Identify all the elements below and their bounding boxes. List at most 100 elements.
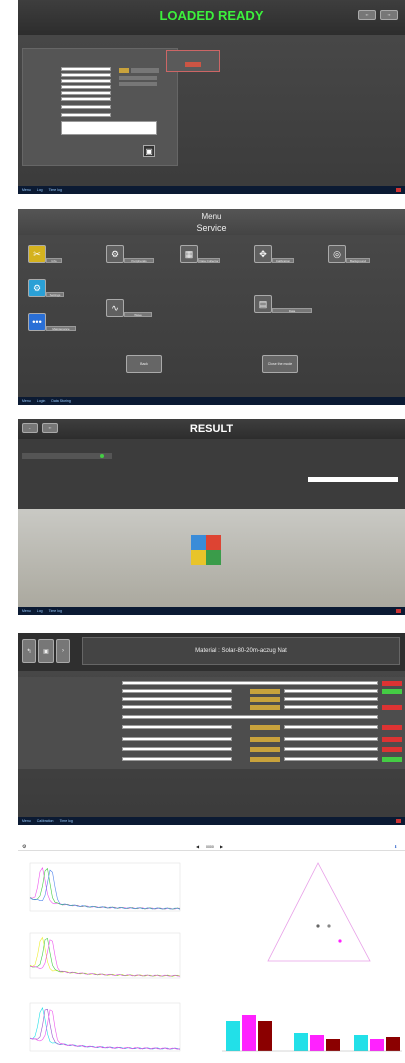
form-field-right[interactable] — [284, 737, 378, 741]
exit-button[interactable]: Close the mode — [262, 355, 298, 373]
service-button-wave[interactable]: ∿ — [106, 299, 124, 317]
toggle-grey[interactable] — [131, 68, 159, 73]
service-label: Data Collector — [198, 258, 220, 263]
taskbar-log[interactable]: Log — [37, 609, 43, 613]
taskbar-log[interactable]: Log — [37, 188, 43, 192]
grid-icon: ▦ — [184, 248, 194, 259]
unit-chip[interactable] — [250, 705, 280, 710]
bar — [326, 1039, 340, 1051]
result-prev-button[interactable]: ⇐ — [42, 423, 58, 433]
row-action-button[interactable] — [382, 725, 402, 730]
service-button-data[interactable]: ▤ — [254, 295, 272, 313]
field-1[interactable] — [61, 67, 111, 71]
form-field[interactable] — [122, 737, 232, 741]
unit-chip[interactable] — [250, 689, 280, 694]
calibrate-icon: ✥ — [259, 248, 267, 259]
form-field-right[interactable] — [284, 747, 378, 751]
field-6[interactable] — [61, 97, 111, 101]
taskbar-time: Time log — [48, 609, 62, 613]
form-field[interactable] — [122, 747, 232, 751]
field-3[interactable] — [61, 79, 111, 83]
unit-chip[interactable] — [250, 757, 280, 762]
gear-icon: ⚙ — [32, 282, 42, 293]
form-field[interactable] — [122, 725, 232, 729]
form-field-right[interactable] — [284, 689, 378, 693]
row-action-button[interactable] — [382, 747, 402, 752]
option-bar-1[interactable] — [119, 76, 157, 80]
spectrum-series — [29, 869, 181, 910]
service-button-maintenance[interactable]: ••• — [28, 313, 46, 331]
material-form — [18, 677, 405, 769]
service-button-background[interactable]: ◎ — [328, 245, 346, 263]
save-button[interactable]: ▣ — [143, 145, 155, 157]
taskbar-menu[interactable]: Menu — [22, 188, 31, 192]
result-input[interactable] — [308, 477, 398, 482]
field-5[interactable] — [61, 91, 111, 95]
unit-chip[interactable] — [250, 747, 280, 752]
form-field-right[interactable] — [284, 725, 378, 729]
field-4[interactable] — [61, 85, 111, 89]
prev-icon[interactable]: ◀ — [196, 844, 199, 849]
viewport-3d — [18, 509, 405, 609]
bar — [370, 1039, 384, 1051]
back-button[interactable]: Back — [126, 355, 162, 373]
result-tab[interactable] — [22, 453, 112, 459]
next-icon[interactable]: ▶ — [220, 844, 223, 849]
service-button-data-collector[interactable]: ▦ — [180, 245, 198, 263]
form-field[interactable] — [122, 697, 232, 701]
panel-charts: ⚙ ◀ 0000 ▶ ⬇ — [18, 843, 405, 1063]
notes-area[interactable] — [61, 121, 157, 135]
service-button-settings[interactable]: ⚙ — [28, 279, 46, 297]
unit-chip[interactable] — [250, 697, 280, 702]
form-field-right[interactable] — [284, 697, 378, 701]
form-field[interactable] — [122, 757, 232, 761]
form-field[interactable] — [122, 681, 378, 685]
unit-chip[interactable] — [250, 737, 280, 742]
material-header: ↰ ▣ › Material : Solar-80-20m-aczug Nat — [18, 633, 405, 671]
taskbar-menu[interactable]: Menu — [22, 399, 31, 403]
result-back-button[interactable]: ← — [22, 423, 38, 433]
header-button-1[interactable]: ⇐ — [358, 10, 376, 20]
taskbar-login[interactable]: Login — [37, 399, 46, 403]
service-button-peripherals[interactable]: ⚙ — [106, 245, 124, 263]
form-field[interactable] — [122, 715, 378, 719]
menu-header: Menu Service — [18, 209, 405, 235]
unit-chip[interactable] — [250, 725, 280, 730]
row-action-button[interactable] — [382, 681, 402, 686]
material-save-button[interactable]: ▣ — [38, 639, 54, 663]
row-action-button[interactable] — [382, 705, 402, 710]
row-action-button[interactable] — [382, 757, 402, 762]
bar — [294, 1033, 308, 1051]
service-button-info[interactable]: ✂ — [28, 245, 46, 263]
service-button-calibration[interactable]: ✥ — [254, 245, 272, 263]
option-bar-2[interactable] — [119, 82, 157, 86]
field-2[interactable] — [61, 73, 111, 77]
field-7[interactable] — [61, 105, 111, 109]
form-field[interactable] — [122, 705, 232, 709]
bar — [386, 1037, 400, 1051]
row-action-button[interactable] — [382, 737, 402, 742]
taskbar-calibration[interactable]: Calibration — [37, 819, 54, 823]
home-button[interactable]: ↰ — [22, 639, 36, 663]
field-8[interactable] — [61, 113, 111, 117]
exit-label: Close the mode — [267, 362, 293, 366]
row-action-button[interactable] — [382, 689, 402, 694]
panel-menu: Menu Service ✂ Info ⚙ Peripherals ▦ Data Coll… — [18, 209, 405, 405]
spectrum-series — [29, 936, 181, 977]
taskbar-menu[interactable]: Menu — [22, 609, 31, 613]
form-field-right[interactable] — [284, 757, 378, 761]
service-label: Calibration — [272, 258, 294, 263]
ternary-point — [338, 939, 342, 943]
form-field-right[interactable] — [284, 705, 378, 709]
form-field[interactable] — [122, 689, 232, 693]
header-button-2[interactable]: ⇒ — [380, 10, 398, 20]
wave-icon: ∿ — [111, 302, 119, 313]
toggle-yellow[interactable] — [119, 68, 129, 73]
download-icon[interactable]: ⬇ — [394, 844, 397, 849]
globe-icon: ◎ — [333, 248, 341, 259]
material-next-button[interactable]: › — [56, 639, 70, 663]
taskbar-menu[interactable]: Menu — [22, 819, 31, 823]
gear-icon[interactable]: ⚙ — [22, 844, 26, 850]
back-label: Back — [140, 362, 148, 366]
panel-material: ↰ ▣ › Material : Solar-80-20m-aczug Nat … — [18, 633, 405, 825]
